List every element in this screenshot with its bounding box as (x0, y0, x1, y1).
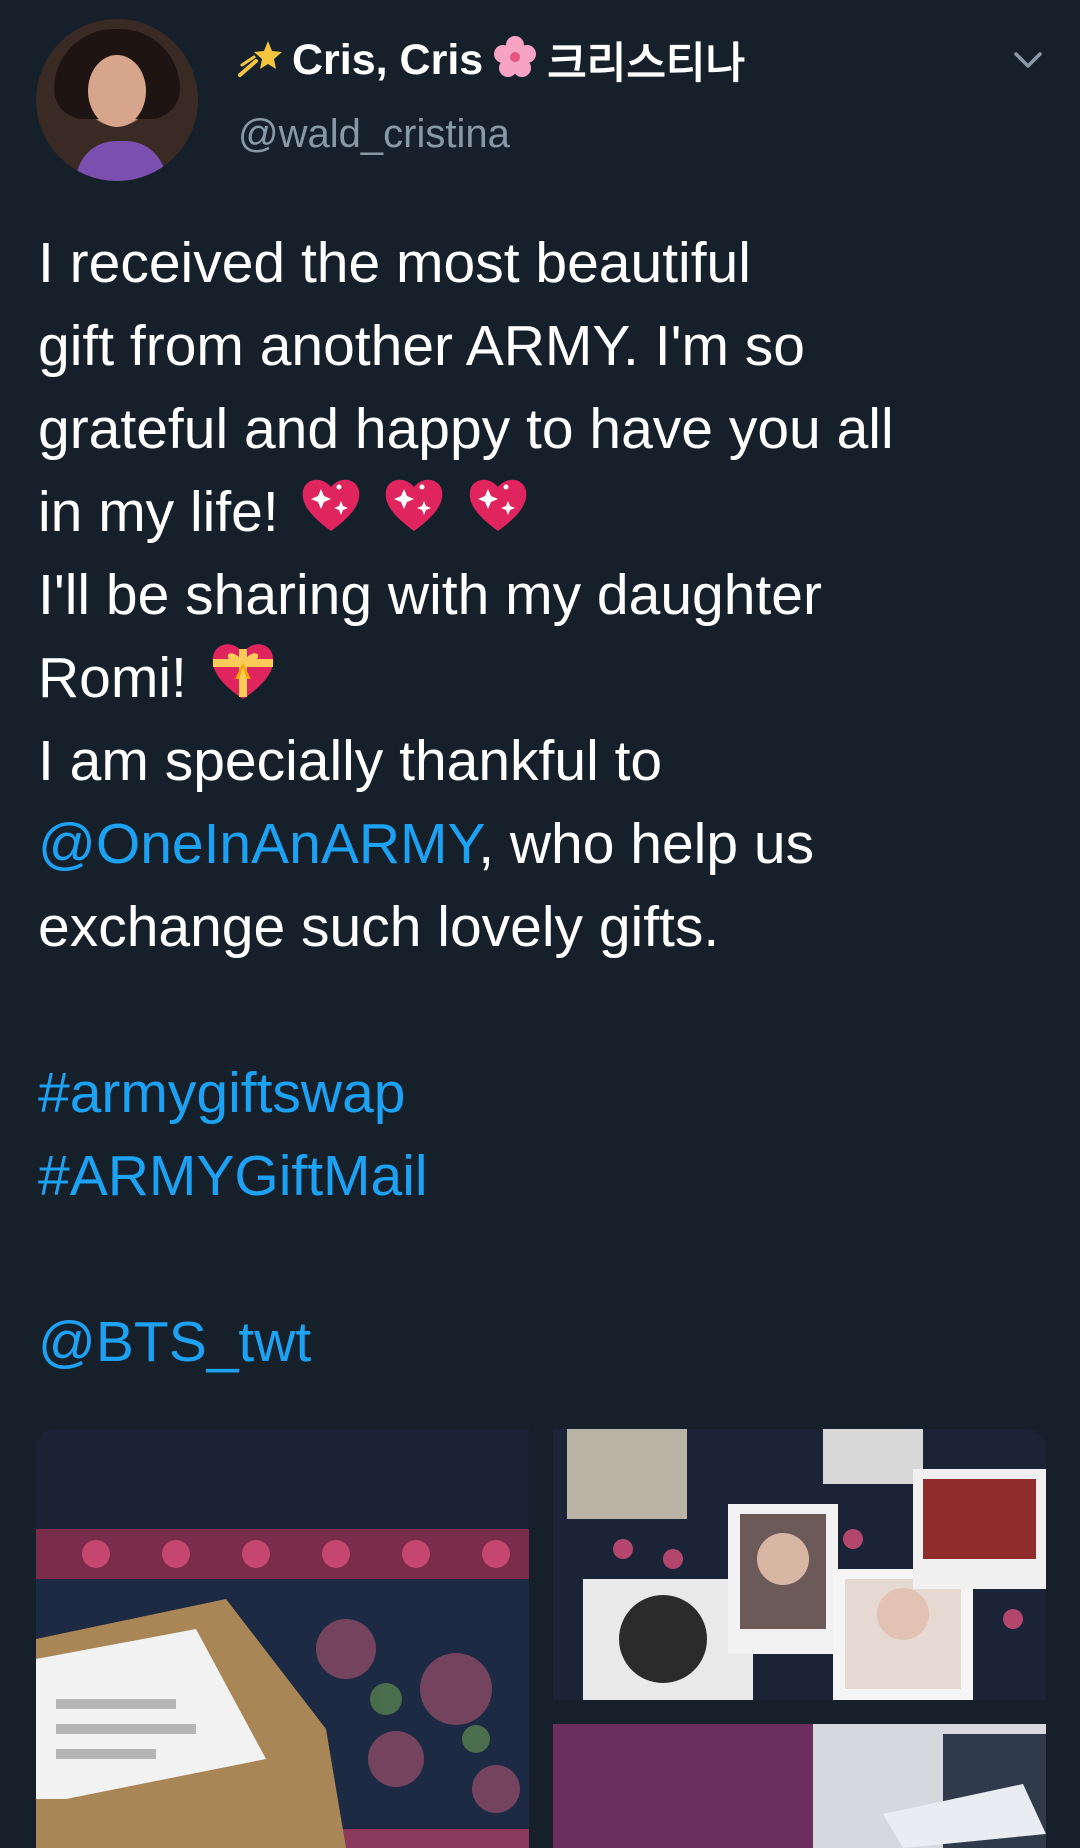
tweet-line: grateful and happy to have you all (38, 397, 894, 461)
gift-heart-icon (207, 637, 279, 726)
chevron-down-icon[interactable] (1012, 44, 1044, 76)
tweet-line: gift from another ARMY. I'm so (38, 314, 805, 378)
mention-link[interactable]: @BTS_twt (38, 1301, 1048, 1384)
tweet-line: I'll be sharing with my daughter (38, 563, 822, 627)
tweet-line: in my life! (38, 471, 1048, 554)
name-row[interactable]: Cris, Cris 크리스티나 (238, 30, 745, 90)
sparkling-heart-icon (299, 473, 363, 558)
tweet-line-text: , who help us (478, 812, 815, 876)
shooting-star-icon (238, 35, 282, 86)
cherry-blossom-icon (493, 35, 537, 86)
display-name: Cris, Cris (292, 35, 484, 84)
handle[interactable]: @wald_cristina (238, 112, 510, 157)
mention-link[interactable]: @OneInAnARMY (38, 812, 478, 876)
tweet-line: Romi! (38, 637, 1048, 720)
avatar[interactable] (36, 19, 198, 181)
media-grid (36, 1429, 1046, 1848)
sparkling-heart-icon (466, 473, 530, 558)
tweet-line: exchange such lovely gifts. (38, 895, 720, 959)
tweet-header: Cris, Cris 크리스티나 @wald_cristina (0, 0, 1080, 200)
tweet-text: I received the most beautiful gift from … (38, 222, 1048, 1384)
sparkling-heart-icon (382, 473, 446, 558)
hashtag-link[interactable]: #armygiftswap (38, 1052, 1048, 1135)
korean-name: 크리스티나 (547, 40, 746, 88)
tweet-line: I received the most beautiful (38, 231, 751, 295)
hashtag-link[interactable]: #ARMYGiftMail (38, 1135, 1048, 1218)
tweet-line-text: in my life! (38, 480, 279, 544)
photo-photocards[interactable] (553, 1429, 1046, 1700)
photo-person[interactable] (553, 1724, 1046, 1848)
tweet-line: I am specially thankful to (38, 729, 663, 793)
tweet-line: @OneInAnARMY, who help us (38, 803, 1048, 886)
photo-package[interactable] (36, 1429, 529, 1848)
tweet-line-text: Romi! (38, 646, 187, 710)
